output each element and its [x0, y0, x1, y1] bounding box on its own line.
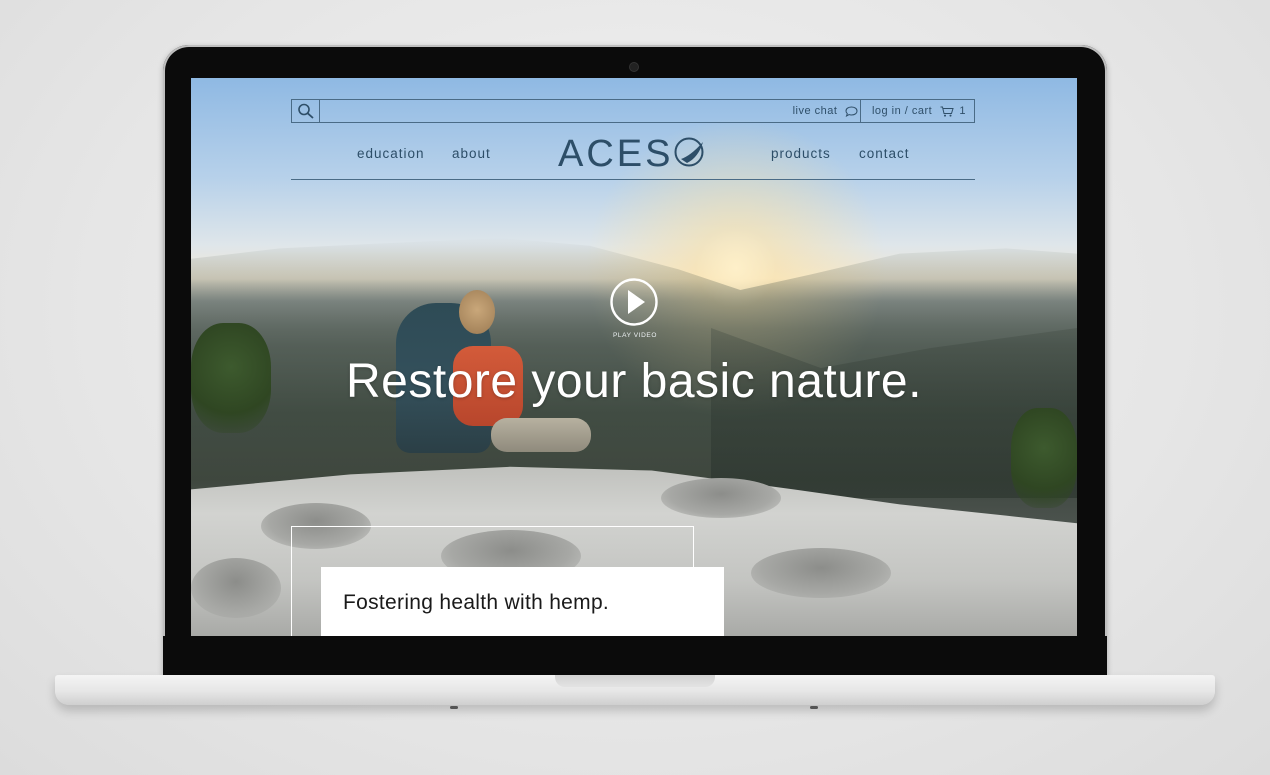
chat-bubble-icon — [845, 106, 858, 117]
search-bar-divider — [860, 100, 861, 122]
nav-products[interactable]: products — [771, 146, 831, 161]
webcam-icon — [630, 63, 638, 71]
play-video-label: PLAY VIDEO — [612, 332, 658, 339]
website-screen: live chat log in / cart 1 education abou… — [191, 78, 1077, 636]
feature-card: Fostering health with hemp. — [321, 567, 724, 636]
hiker-head — [459, 290, 495, 334]
feature-card-text: Fostering health with hemp. — [343, 591, 610, 614]
aceso-logo[interactable]: ACES — [558, 134, 707, 174]
laptop-foot — [810, 706, 818, 709]
login-cart-label: log in / cart — [871, 105, 933, 117]
logo-text: ACES — [558, 133, 674, 175]
live-chat-label: live chat — [792, 105, 838, 117]
nav-about[interactable]: about — [452, 146, 491, 161]
rock-pit — [661, 478, 781, 518]
live-chat-link[interactable]: live chat — [793, 100, 858, 122]
cart-count: 1 — [959, 105, 966, 117]
search-icon — [298, 103, 314, 119]
rock-pit — [751, 548, 891, 598]
laptop-foot — [450, 706, 458, 709]
play-video-button[interactable] — [609, 277, 659, 327]
play-icon — [610, 278, 658, 326]
nav-divider — [291, 179, 975, 180]
search-bar[interactable]: live chat log in / cart 1 — [291, 99, 975, 123]
nav-education[interactable]: education — [357, 146, 425, 161]
aceso-o-logo-icon — [673, 135, 707, 169]
login-cart-link[interactable]: log in / cart 1 — [872, 100, 966, 122]
nav-contact[interactable]: contact — [859, 146, 910, 161]
hiker-legs — [491, 418, 591, 452]
hero-headline: Restore your basic nature. — [346, 355, 922, 408]
hero-background-tree — [1011, 408, 1077, 508]
laptop-bezel-bottom — [163, 636, 1107, 675]
laptop-notch — [555, 675, 715, 687]
cart-icon — [940, 106, 954, 117]
rock-pit — [191, 558, 281, 618]
search-button[interactable] — [292, 100, 320, 122]
